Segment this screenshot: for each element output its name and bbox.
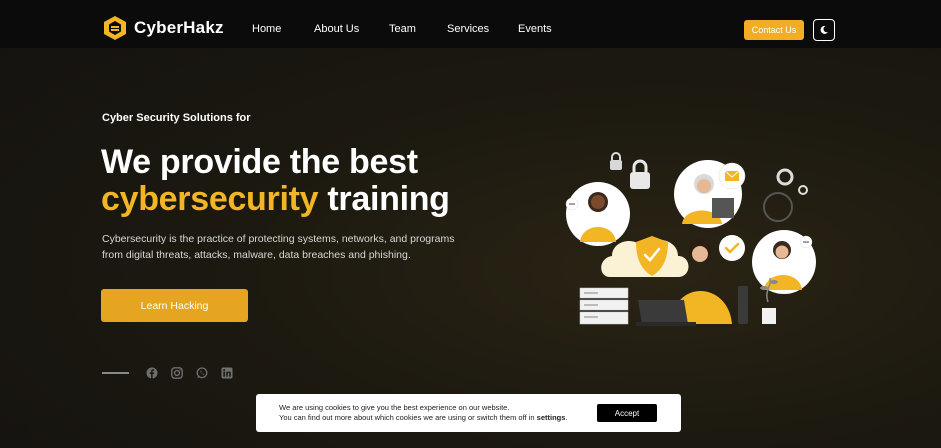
hero-title-line1: We provide the best [101,143,418,181]
cookie-settings-link[interactable]: settings [537,413,566,422]
linkedin-icon[interactable] [221,367,233,379]
contact-us-button[interactable]: Contact Us [744,20,804,40]
hero-description: Cybersecurity is the practice of protect… [102,233,455,261]
cookie-banner: We are using cookies to give you the bes… [256,394,681,432]
nav-team[interactable]: Team [389,23,416,35]
nav-about-us[interactable]: About Us [314,23,359,35]
whatsapp-icon[interactable] [196,367,208,379]
hero-eyebrow: Cyber Security Solutions for [102,112,251,124]
cookie-accept-button[interactable]: Accept [597,404,657,422]
nav-events[interactable]: Events [518,23,552,35]
theme-toggle-button[interactable] [813,19,835,41]
instagram-icon[interactable] [171,367,183,379]
hexagon-logo-icon [104,16,126,40]
brand-logo[interactable]: CyberHakz [102,15,224,41]
cookie-message-line1: We are using cookies to give you the bes… [279,403,510,412]
hero-title: We provide the best cybersecurity traini… [101,144,450,218]
moon-icon [820,25,828,34]
top-navbar: CyberHakz Home About Us Team Services Ev… [0,0,941,48]
cookie-message-period: . [565,412,568,422]
nav-home[interactable]: Home [252,23,281,35]
learn-hacking-button[interactable]: Learn Hacking [101,289,248,322]
hero-illustration [565,152,816,326]
facebook-icon[interactable] [146,367,158,379]
hero-title-accent: cybersecurity [101,180,319,218]
social-divider [102,372,129,374]
cookie-message: We are using cookies to give you the bes… [279,403,599,422]
brand-name: CyberHakz [134,18,224,37]
cookie-message-line2: You can find out more about which cookie… [279,412,535,422]
hero-title-rest: training [327,180,450,218]
nav-services[interactable]: Services [447,23,489,35]
